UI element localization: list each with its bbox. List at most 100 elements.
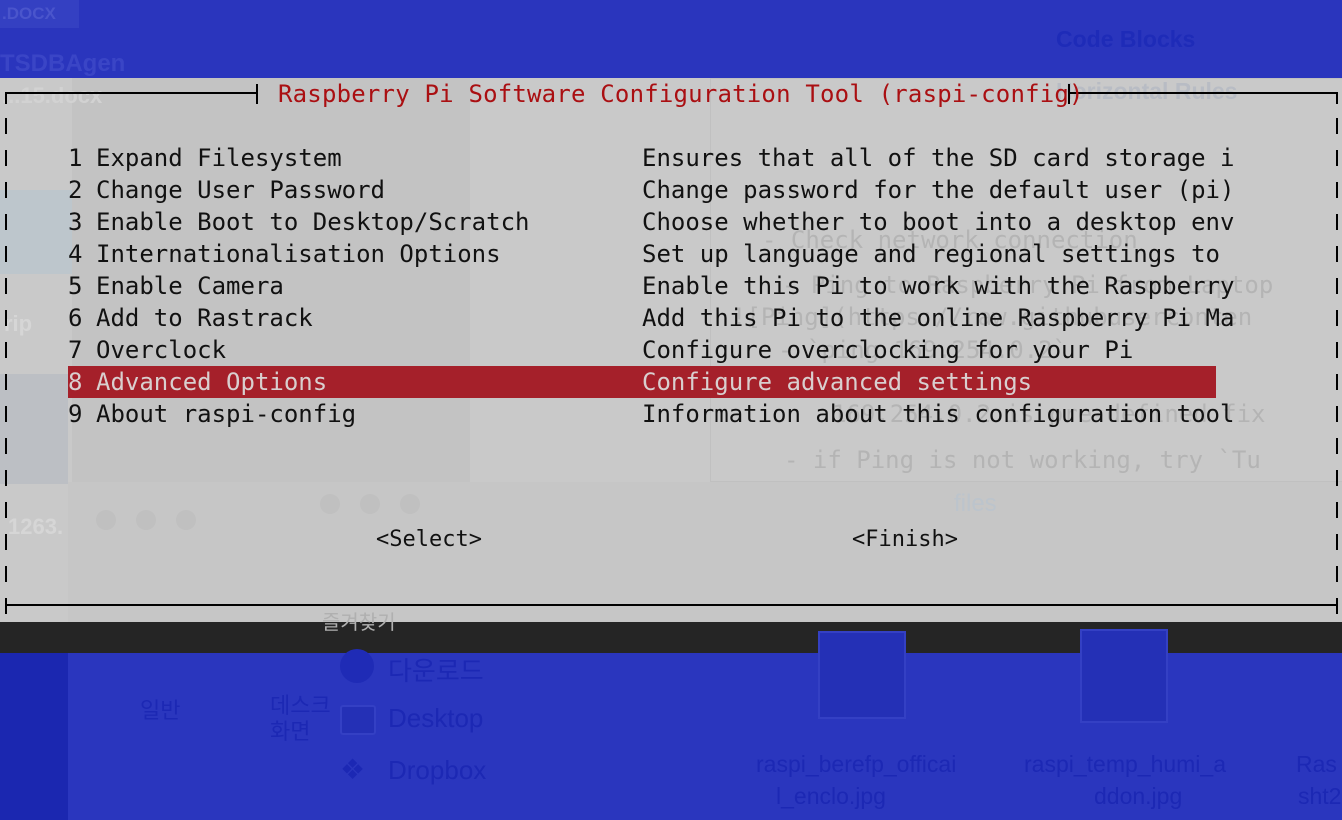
menu-item-description: Set up language and regional settings to <box>642 240 1220 268</box>
dialog-frame-segment <box>1336 150 1338 166</box>
dialog-frame-segment <box>1336 246 1338 262</box>
menu-item-label: Internationalisation Options <box>96 240 501 268</box>
menu-item-description: Enable this Pi to work with the Raspberr… <box>642 272 1235 300</box>
ghost-markdown-line: - if Ping is not working, try `Tu <box>784 446 1261 474</box>
dialog-frame-title-bracket <box>256 84 258 104</box>
background-label-number: 1263. <box>8 514 64 539</box>
menu-item-change-user-password[interactable]: 2 Change User Password Change password f… <box>68 174 1234 206</box>
ghost-window-zoom-icon <box>400 494 420 514</box>
menu-item-number: 9 <box>68 400 83 428</box>
select-button[interactable]: <Select> <box>376 527 482 552</box>
menu-item-description: Change password for the default user (pi… <box>642 176 1235 204</box>
ghost-file-thumbnail <box>1080 629 1168 723</box>
menu-item-description: Ensures that all of the SD card storage … <box>642 144 1235 172</box>
dialog-frame-segment <box>1336 470 1338 486</box>
dialog-frame-segment <box>5 214 7 230</box>
dialog-frame-bottom <box>5 604 1338 606</box>
ghost-sidebar-item: Desktop <box>388 703 484 733</box>
dialog-frame-segment <box>5 374 7 390</box>
dialog-frame-segment <box>5 278 7 294</box>
dialog-frame-segment <box>1336 342 1338 358</box>
ghost-file-name: sht2 <box>1298 783 1342 809</box>
menu-item-advanced-options[interactable]: 8 Advanced Options Configure advanced se… <box>68 366 1216 398</box>
ghost-file-name: l_enclo.jpg <box>776 783 886 809</box>
background-left-strip <box>0 653 68 820</box>
ghost-icon-label: 일반 <box>140 698 181 723</box>
dialog-frame-segment <box>5 406 7 422</box>
ghost-file-name: raspi_temp_humi_a <box>1024 751 1227 777</box>
ghost-window-minimize-icon <box>136 510 156 530</box>
background-finder-toolbar <box>68 482 1342 622</box>
dialog-frame-segment <box>5 502 7 518</box>
menu-item-number: 7 <box>68 336 83 364</box>
dialog-frame-segment <box>5 470 7 486</box>
menu-item-number: 8 <box>68 368 83 396</box>
dialog-frame-segment <box>1336 278 1338 294</box>
ghost-desktop-icon <box>340 705 376 735</box>
dialog-frame-segment <box>1336 502 1338 518</box>
ghost-file-name: raspi_berefp_officai <box>756 751 957 777</box>
dialog-frame-segment <box>5 182 7 198</box>
ghost-download-icon <box>340 649 374 683</box>
dialog-frame-segment <box>1336 438 1338 454</box>
menu-item-label: Enable Boot to Desktop/Scratch <box>96 208 530 236</box>
background-partial-filename: ...15.docx <box>2 83 103 108</box>
dialog-frame-segment <box>5 534 7 550</box>
dialog-frame-corner <box>1336 92 1338 104</box>
ghost-file-thumbnail <box>818 631 906 719</box>
ghost-window-close-icon <box>96 510 116 530</box>
dialog-frame-segment <box>5 150 7 166</box>
dialog-frame-segment <box>5 598 7 614</box>
dialog-title: Raspberry Pi Software Configuration Tool… <box>278 80 1084 108</box>
ghost-window-close-icon <box>320 494 340 514</box>
menu-item-add-to-rastrack[interactable]: 6 Add to Rastrack Add this Pi to the onl… <box>68 302 1234 334</box>
background-file-label: .DOCX <box>0 0 79 28</box>
dialog-frame-segment <box>5 438 7 454</box>
ghost-window-zoom-icon <box>176 510 196 530</box>
menu-item-number: 1 <box>68 144 83 172</box>
menu-item-number: 3 <box>68 208 83 236</box>
ghost-icon-label: 데스크 화면 <box>270 693 331 744</box>
menu-item-description: Configure advanced settings <box>642 368 1033 396</box>
ghost-sidebar-item: Dropbox <box>388 755 487 785</box>
menu-item-label: Overclock <box>96 336 227 364</box>
desktop-background: 일반 데스크 화면 다운로드 Desktop ❖ Dropbox raspi_b… <box>0 629 1342 820</box>
menu-item-label: Add to Rastrack <box>96 304 313 332</box>
ghost-window-minimize-icon <box>360 494 380 514</box>
menu-item-internationalisation-options[interactable]: 4 Internationalisation Options Set up la… <box>68 238 1220 270</box>
finish-button[interactable]: <Finish> <box>852 527 958 552</box>
menu-item-label: Change User Password <box>96 176 385 204</box>
background-folder-label: TSDBAgen <box>0 50 126 77</box>
dialog-frame-segment <box>1336 598 1338 614</box>
ghost-sidebar-item: 다운로드 <box>388 656 484 686</box>
dialog-frame-segment <box>5 310 7 326</box>
menu-item-enable-boot-to-desktop[interactable]: 3 Enable Boot to Desktop/Scratch Choose … <box>68 206 1234 238</box>
menu-item-description: Information about this configuration too… <box>642 400 1235 428</box>
background-label-rip: rip <box>4 311 33 336</box>
background-selection-tile <box>0 190 72 274</box>
menu-item-number: 2 <box>68 176 83 204</box>
menu-item-number: 4 <box>68 240 83 268</box>
menu-item-number: 5 <box>68 272 83 300</box>
menu-item-label: Enable Camera <box>96 272 284 300</box>
menu-item-number: 6 <box>68 304 83 332</box>
ghost-dropbox-icon: ❖ <box>340 754 366 785</box>
ghost-sidebar-header: 즐겨찾기 <box>322 612 396 634</box>
background-folder-files: files <box>954 490 997 517</box>
background-heading-code-blocks: Code Blocks <box>1056 26 1196 52</box>
dialog-frame-segment <box>5 566 7 582</box>
menu-list: 1 Expand Filesystem Ensures that all of … <box>68 142 1234 430</box>
menu-item-label: About raspi-config <box>96 400 357 428</box>
menu-item-expand-filesystem[interactable]: 1 Expand Filesystem Ensures that all of … <box>68 142 1234 174</box>
dialog-frame-segment <box>5 246 7 262</box>
menu-item-about-raspi-config[interactable]: 9 About raspi-config Information about t… <box>68 398 1234 430</box>
background-photo-thumbnail <box>0 374 68 484</box>
menu-item-enable-camera[interactable]: 5 Enable Camera Enable this Pi to work w… <box>68 270 1234 302</box>
dialog-frame-corner <box>5 92 7 104</box>
menu-item-overclock[interactable]: 7 Overclock Configure overclocking for y… <box>68 334 1216 366</box>
menu-item-description: Choose whether to boot into a desktop en… <box>642 208 1235 236</box>
menu-item-description: Configure overclocking for your Pi <box>642 336 1134 364</box>
dialog-frame-segment <box>1336 214 1338 230</box>
dialog-frame-segment <box>1336 534 1338 550</box>
dialog-frame-segment <box>5 118 7 134</box>
